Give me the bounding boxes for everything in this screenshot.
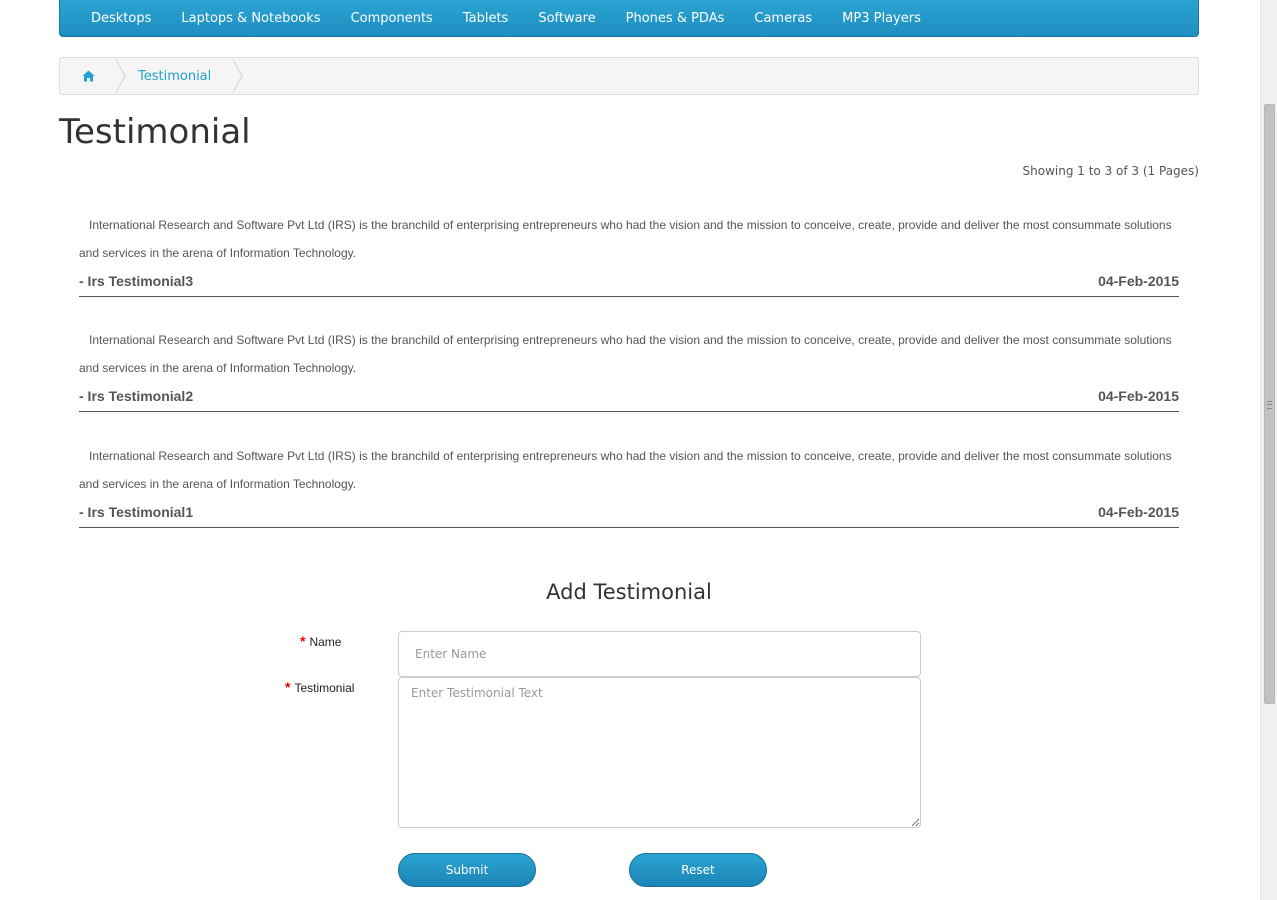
- testimonial-date: 04-Feb-2015: [1098, 388, 1179, 404]
- testimonial-item: International Research and Software Pvt …: [79, 442, 1179, 528]
- scrollbar-thumb[interactable]: [1264, 104, 1275, 704]
- testimonial-item: International Research and Software Pvt …: [79, 211, 1179, 297]
- testimonial-label: * Testimonial: [285, 679, 354, 695]
- testimonial-text: International Research and Software Pvt …: [79, 333, 1172, 375]
- add-testimonial-heading: Add Testimonial: [546, 580, 712, 604]
- top-nav-bar: Desktops Laptops & Notebooks Components …: [59, 0, 1199, 37]
- testimonial-meta: - Irs Testimonial2 04-Feb-2015: [79, 381, 1179, 411]
- required-marker: *: [300, 633, 306, 649]
- breadcrumb-separator: [232, 58, 244, 94]
- name-input[interactable]: [398, 631, 921, 677]
- testimonial-text: International Research and Software Pvt …: [79, 449, 1172, 491]
- page-title: Testimonial: [59, 112, 251, 152]
- testimonial-item: International Research and Software Pvt …: [79, 326, 1179, 412]
- testimonial-date: 04-Feb-2015: [1098, 504, 1179, 520]
- pagination-info: Showing 1 to 3 of 3 (1 Pages): [1022, 164, 1199, 178]
- breadcrumb-item-label: Testimonial: [138, 68, 212, 84]
- name-label: * Name: [300, 633, 341, 649]
- testimonial-meta: - Irs Testimonial3 04-Feb-2015: [79, 266, 1179, 296]
- scrollbar-grip-icon: [1267, 401, 1272, 409]
- nav-item-software[interactable]: Software: [523, 11, 610, 26]
- breadcrumb-item-testimonial[interactable]: Testimonial: [116, 58, 244, 94]
- testimonial-textarea[interactable]: [398, 677, 921, 828]
- testimonial-text: International Research and Software Pvt …: [79, 218, 1172, 260]
- testimonial-date: 04-Feb-2015: [1098, 273, 1179, 289]
- nav-item-tablets[interactable]: Tablets: [448, 11, 524, 26]
- testimonial-meta: - Irs Testimonial1 04-Feb-2015: [79, 497, 1179, 527]
- nav-item-phones-pdas[interactable]: Phones & PDAs: [611, 11, 740, 26]
- name-label-text: Name: [309, 635, 342, 649]
- nav-item-cameras[interactable]: Cameras: [739, 11, 827, 26]
- reset-button[interactable]: Reset: [629, 853, 767, 887]
- testimonial-author: - Irs Testimonial1: [79, 504, 194, 520]
- nav-item-mp3-players[interactable]: MP3 Players: [827, 11, 936, 26]
- vertical-scrollbar[interactable]: [1260, 0, 1277, 900]
- nav-item-components[interactable]: Components: [336, 11, 448, 26]
- testimonial-author: - Irs Testimonial2: [79, 388, 194, 404]
- breadcrumb-home-link[interactable]: [60, 58, 126, 94]
- testimonial-label-text: Testimonial: [294, 681, 355, 695]
- submit-button[interactable]: Submit: [398, 853, 536, 887]
- nav-item-desktops[interactable]: Desktops: [76, 11, 166, 26]
- required-marker: *: [285, 679, 291, 695]
- home-icon: [82, 70, 94, 82]
- testimonial-author: - Irs Testimonial3: [79, 273, 194, 289]
- breadcrumb: Testimonial: [59, 57, 1199, 95]
- nav-item-laptops-notebooks[interactable]: Laptops & Notebooks: [166, 11, 335, 26]
